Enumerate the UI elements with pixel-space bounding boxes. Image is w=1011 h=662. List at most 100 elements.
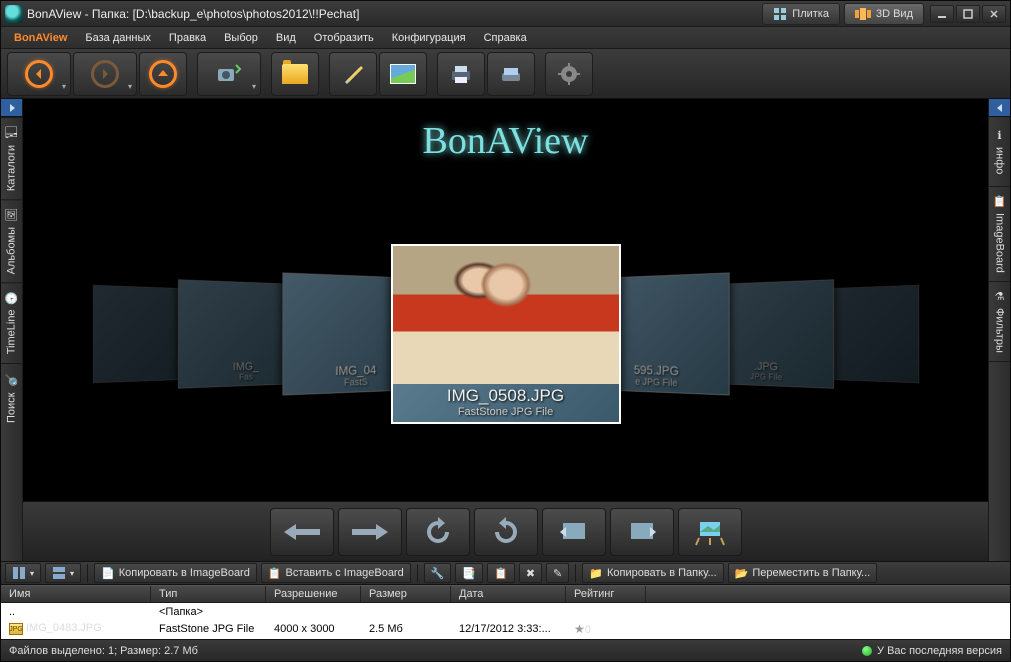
paste-from-imageboard-button[interactable]: 📋Вставить с ImageBoard bbox=[261, 563, 411, 583]
copy-to-folder-button[interactable]: 📁Копировать в Папку... bbox=[582, 563, 723, 583]
copy-button[interactable]: 📑 bbox=[455, 563, 483, 583]
cell-size: 2.5 Мб bbox=[361, 623, 451, 635]
open-folder-button[interactable] bbox=[271, 52, 319, 96]
settings-button[interactable] bbox=[545, 52, 593, 96]
paste-button[interactable]: 📋 bbox=[487, 563, 515, 583]
clipboard-icon: 📋 bbox=[993, 195, 1006, 208]
left-sidebar: Каталоги🗂 Альбомы🖼 TimeLine 🕘 Поиск🔍 bbox=[1, 99, 23, 561]
sidetab-search[interactable]: Поиск🔍 bbox=[1, 363, 22, 433]
menu-database[interactable]: База данных bbox=[76, 29, 160, 47]
slide-subcaption: Fas bbox=[238, 372, 252, 382]
col-name[interactable]: Имя bbox=[1, 586, 151, 602]
update-status-icon bbox=[862, 646, 872, 656]
delete-button[interactable]: ✖ bbox=[519, 563, 542, 583]
scanner-button[interactable] bbox=[487, 52, 535, 96]
right-sidebar-toggle[interactable] bbox=[989, 99, 1010, 117]
flip-right-button[interactable] bbox=[610, 508, 674, 556]
col-resolution[interactable]: Разрешение bbox=[266, 586, 361, 602]
folder-copy-icon: 📁 bbox=[589, 567, 603, 580]
col-type[interactable]: Тип bbox=[151, 586, 266, 602]
menu-help[interactable]: Справка bbox=[475, 29, 536, 47]
slide-caption: 595.JPG bbox=[633, 362, 678, 378]
layout-toggle-1[interactable]: ▾ bbox=[5, 563, 41, 583]
layout-icon bbox=[52, 566, 66, 580]
sidetab-catalogs[interactable]: Каталоги🗂 bbox=[1, 117, 22, 199]
slide-subcaption: e JPG File bbox=[635, 377, 677, 389]
close-button[interactable] bbox=[982, 5, 1006, 23]
col-rating[interactable]: Рейтинг bbox=[566, 586, 646, 602]
sidetab-label: TimeLine bbox=[6, 310, 18, 355]
right-sidebar: ℹинфо 📋ImageBoard ⚗ Фильтры bbox=[988, 99, 1010, 561]
table-row[interactable]: .. <Папка> bbox=[1, 603, 1010, 620]
image-tool-button[interactable] bbox=[379, 52, 427, 96]
chevron-down-icon: ▾ bbox=[30, 569, 34, 578]
left-sidebar-toggle[interactable] bbox=[1, 99, 22, 117]
import-button[interactable]: ▾ bbox=[197, 52, 261, 96]
maximize-button[interactable] bbox=[956, 5, 980, 23]
sidetab-label: Фильтры bbox=[994, 308, 1006, 353]
sidetab-timeline[interactable]: TimeLine 🕘 bbox=[1, 282, 22, 362]
minimize-button[interactable] bbox=[930, 5, 954, 23]
cell-type: FastStone JPG File bbox=[151, 623, 266, 635]
next-button[interactable] bbox=[338, 508, 402, 556]
action-toolbar: ▾ ▾ 📄Копировать в ImageBoard 📋Вставить с… bbox=[1, 561, 1010, 585]
sidetab-imageboard[interactable]: 📋ImageBoard bbox=[989, 187, 1010, 282]
viewer-panel: BonAView IMG_Fas IMG_04FastS IMG_0508.JP… bbox=[23, 99, 988, 561]
title-bar: BonAView - Папка: [D:\backup_e\photos\ph… bbox=[1, 1, 1010, 27]
view-tab-3d[interactable]: 3D Вид bbox=[844, 3, 924, 25]
carousel-slide-center[interactable]: IMG_0508.JPG FastStone JPG File bbox=[391, 244, 621, 424]
scanner-icon bbox=[499, 63, 523, 85]
menu-edit[interactable]: Правка bbox=[160, 29, 215, 47]
nav-forward-button[interactable]: ▾ bbox=[73, 52, 137, 96]
slide-caption: IMG_ bbox=[232, 359, 258, 372]
layout-icon bbox=[12, 566, 26, 580]
rename-icon: ✎ bbox=[553, 567, 562, 580]
star-icon: ★ bbox=[574, 622, 585, 636]
move-to-folder-button[interactable]: 📂Переместить в Папку... bbox=[728, 563, 878, 583]
menu-config[interactable]: Конфигурация bbox=[383, 29, 475, 47]
sidetab-info[interactable]: ℹинфо bbox=[989, 117, 1010, 187]
button-label: Вставить с ImageBoard bbox=[286, 567, 404, 579]
sidetab-filters[interactable]: ⚗ Фильтры bbox=[989, 282, 1010, 362]
layout-toggle-2[interactable]: ▾ bbox=[45, 563, 81, 583]
coverflow-controls bbox=[23, 501, 988, 561]
pencil-brush-icon bbox=[341, 62, 365, 86]
sidetab-label: Поиск bbox=[6, 392, 18, 422]
nav-up-button[interactable] bbox=[139, 52, 187, 96]
copy-icon: 📑 bbox=[462, 567, 476, 580]
print-button[interactable] bbox=[437, 52, 485, 96]
camera-download-icon bbox=[216, 63, 242, 85]
picture-icon bbox=[390, 64, 416, 84]
status-bar: Файлов выделено: 1; Размер: 2.7 Мб У Вас… bbox=[1, 639, 1010, 661]
chevron-left-icon bbox=[996, 104, 1004, 112]
menu-display[interactable]: Отобразить bbox=[305, 29, 383, 47]
menu-brand[interactable]: BonAView bbox=[5, 29, 76, 47]
table-row[interactable]: JPGIMG_0483.JPG FastStone JPG File 4000 … bbox=[1, 620, 1010, 637]
file-list-header: Имя Тип Разрешение Размер Дата Рейтинг bbox=[1, 585, 1010, 603]
coverflow-icon bbox=[855, 8, 871, 20]
easel-button[interactable] bbox=[678, 508, 742, 556]
col-size[interactable]: Размер bbox=[361, 586, 451, 602]
tools-button[interactable]: 🔧 bbox=[424, 563, 452, 583]
menu-view[interactable]: Вид bbox=[267, 29, 305, 47]
view-tab-tile[interactable]: Плитка bbox=[762, 3, 840, 25]
menu-select[interactable]: Выбор bbox=[215, 29, 267, 47]
sidetab-albums[interactable]: Альбомы🖼 bbox=[1, 199, 22, 282]
filter-icon: ⚗ bbox=[993, 290, 1006, 303]
flip-left-button[interactable] bbox=[542, 508, 606, 556]
rotate-cw-button[interactable] bbox=[474, 508, 538, 556]
rename-button[interactable]: ✎ bbox=[546, 563, 569, 583]
delete-icon: ✖ bbox=[526, 567, 535, 580]
coverflow-stage[interactable]: BonAView IMG_Fas IMG_04FastS IMG_0508.JP… bbox=[23, 99, 988, 501]
rotate-ccw-button[interactable] bbox=[406, 508, 470, 556]
slide-caption: IMG_04 bbox=[335, 362, 376, 377]
copy-to-imageboard-button[interactable]: 📄Копировать в ImageBoard bbox=[94, 563, 257, 583]
file-list[interactable]: .. <Папка> JPGIMG_0483.JPG FastStone JPG… bbox=[1, 603, 1010, 639]
window-title: BonAView - Папка: [D:\backup_e\photos\ph… bbox=[27, 7, 359, 21]
clock-icon: 🕘 bbox=[5, 291, 18, 304]
prev-button[interactable] bbox=[270, 508, 334, 556]
menu-bar: BonAView База данных Правка Выбор Вид От… bbox=[1, 27, 1010, 49]
edit-button[interactable] bbox=[329, 52, 377, 96]
nav-back-button[interactable]: ▾ bbox=[7, 52, 71, 96]
col-date[interactable]: Дата bbox=[451, 586, 566, 602]
